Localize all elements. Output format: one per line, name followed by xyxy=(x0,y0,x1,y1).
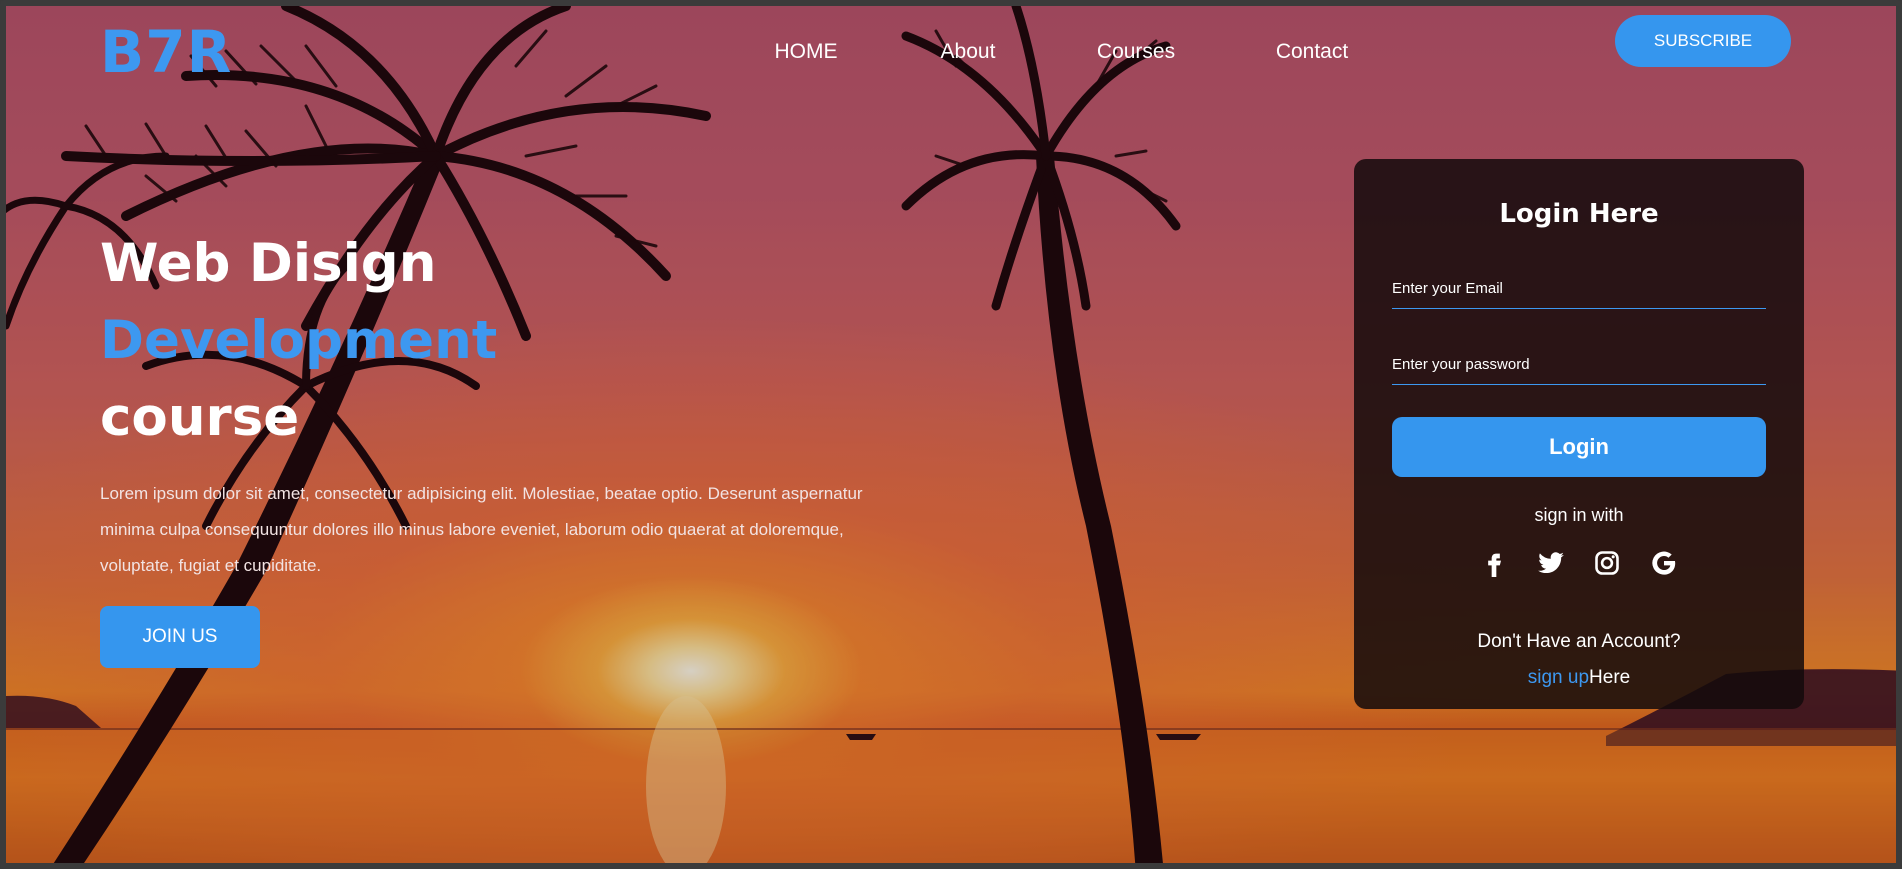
nav-item-contact[interactable]: Contact xyxy=(1276,40,1348,64)
instagram-icon[interactable] xyxy=(1593,549,1621,577)
hero-title-line-1: Web Disign xyxy=(100,233,437,294)
social-login-row xyxy=(1354,549,1804,582)
join-us-button[interactable]: JOIN US xyxy=(100,606,260,668)
signup-row: sign upHere xyxy=(1354,667,1804,689)
hero-description: Lorem ipsum dolor sit amet, consectetur … xyxy=(100,484,863,575)
hero-title: Web Disign Development course xyxy=(100,225,910,456)
sign-in-with-label: sign in with xyxy=(1534,505,1624,525)
nav-item-courses[interactable]: Courses xyxy=(1097,40,1175,64)
google-icon[interactable] xyxy=(1650,549,1678,577)
facebook-icon[interactable] xyxy=(1480,549,1508,577)
twitter-icon[interactable] xyxy=(1537,549,1565,577)
hero-title-accent: Development xyxy=(100,310,498,371)
signup-suffix: Here xyxy=(1589,667,1631,688)
nav-item-about[interactable]: About xyxy=(941,40,996,64)
login-title: Login Here xyxy=(1499,199,1659,229)
email-field[interactable] xyxy=(1392,269,1766,309)
hero-section: Web Disign Development course Lorem ipsu… xyxy=(100,225,910,668)
password-field[interactable] xyxy=(1392,345,1766,385)
signup-link[interactable]: sign up xyxy=(1528,667,1589,688)
login-button[interactable]: Login xyxy=(1392,417,1766,477)
nav-item-home[interactable]: HOME xyxy=(775,40,838,64)
subscribe-button[interactable]: SUBSCRIBE xyxy=(1615,15,1791,67)
hero-title-line-3: course xyxy=(100,387,300,448)
no-account-text: Don't Have an Account? xyxy=(1477,631,1681,652)
login-card: Login Here Login sign in with Don't Have… xyxy=(1354,159,1804,709)
